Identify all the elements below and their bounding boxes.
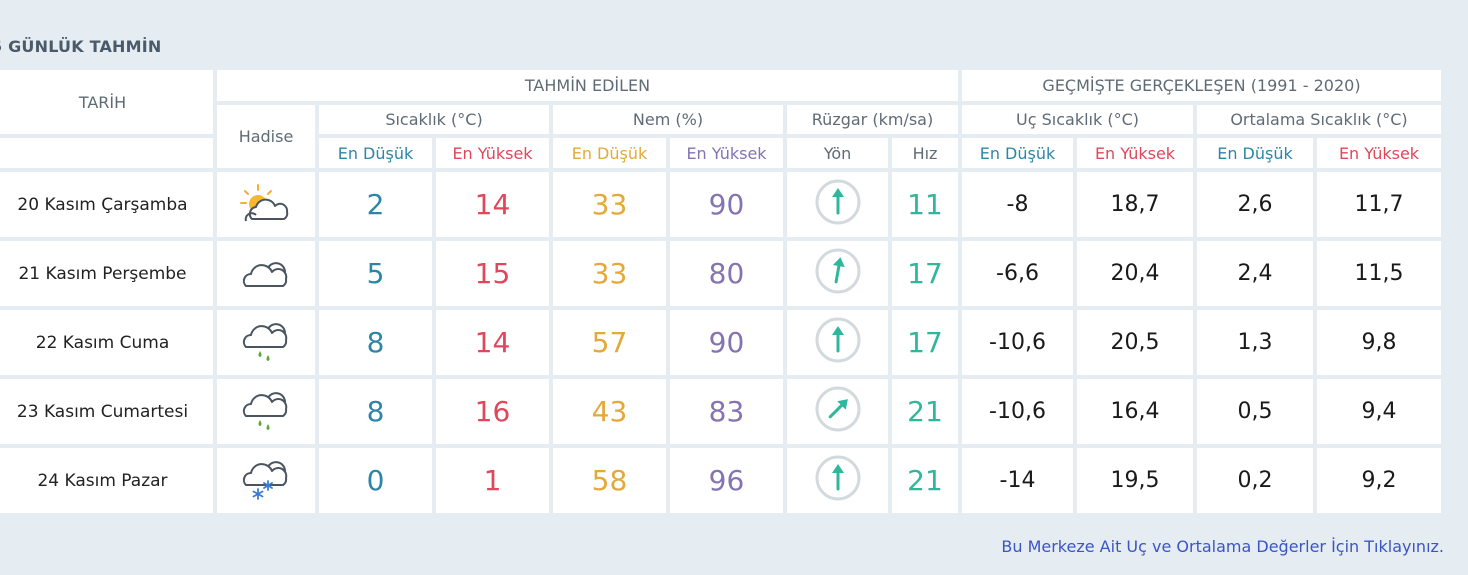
wind-direction-icon bbox=[787, 310, 888, 375]
table-row: 22 Kasım Cuma 8 14 57 90 17 -10,6 20,5 1… bbox=[0, 310, 1441, 375]
table-row: 23 Kasım Cumartesi 8 16 43 83 21 -10,6 1… bbox=[0, 379, 1441, 444]
wind-speed: 17 bbox=[892, 241, 958, 306]
temp-max: 14 bbox=[436, 310, 549, 375]
average-max: 11,5 bbox=[1317, 241, 1441, 306]
subheader-nem-en-yuksek: En Yüksek bbox=[670, 138, 783, 168]
header-hadise: Hadise bbox=[217, 105, 315, 168]
cloudy-icon bbox=[217, 241, 315, 306]
header-nem: Nem (%) bbox=[553, 105, 783, 134]
header-ortalama-sicaklik: Ortalama Sıcaklık (°C) bbox=[1197, 105, 1441, 134]
average-max: 9,8 bbox=[1317, 310, 1441, 375]
header-tarih: TARİH bbox=[0, 70, 213, 134]
temp-min: 2 bbox=[319, 172, 432, 237]
extreme-max: 19,5 bbox=[1077, 448, 1193, 513]
humidity-min: 43 bbox=[553, 379, 666, 444]
row-date: 21 Kasım Perşembe bbox=[0, 241, 213, 306]
row-date: 24 Kasım Pazar bbox=[0, 448, 213, 513]
humidity-max: 90 bbox=[670, 172, 783, 237]
extreme-max: 20,5 bbox=[1077, 310, 1193, 375]
humidity-min: 33 bbox=[553, 241, 666, 306]
average-max: 9,4 bbox=[1317, 379, 1441, 444]
header-tarih-spacer bbox=[0, 138, 213, 168]
wind-direction-icon bbox=[787, 241, 888, 306]
temp-max: 16 bbox=[436, 379, 549, 444]
wind-speed: 21 bbox=[892, 448, 958, 513]
humidity-max: 90 bbox=[670, 310, 783, 375]
humidity-max: 83 bbox=[670, 379, 783, 444]
rain-icon bbox=[217, 379, 315, 444]
subheader-ortalama-en-yuksek: En Yüksek bbox=[1317, 138, 1441, 168]
extreme-min: -14 bbox=[962, 448, 1073, 513]
average-min: 2,6 bbox=[1197, 172, 1313, 237]
table-row: 21 Kasım Perşembe 5 15 33 80 17 -6,6 20,… bbox=[0, 241, 1441, 306]
temp-max: 14 bbox=[436, 172, 549, 237]
extreme-min: -8 bbox=[962, 172, 1073, 237]
table-row: 24 Kasım Pazar 0 1 58 96 21 -14 19,5 0,2 bbox=[0, 448, 1441, 513]
average-max: 11,7 bbox=[1317, 172, 1441, 237]
extreme-min: -10,6 bbox=[962, 379, 1073, 444]
row-date: 22 Kasım Cuma bbox=[0, 310, 213, 375]
wind-speed: 11 bbox=[892, 172, 958, 237]
temp-max: 15 bbox=[436, 241, 549, 306]
humidity-min: 57 bbox=[553, 310, 666, 375]
temp-min: 8 bbox=[319, 310, 432, 375]
average-min: 2,4 bbox=[1197, 241, 1313, 306]
header-sicaklik: Sıcaklık (°C) bbox=[319, 105, 549, 134]
row-date: 23 Kasım Cumartesi bbox=[0, 379, 213, 444]
historical-values-link[interactable]: Bu Merkeze Ait Uç ve Ortalama Değerler İ… bbox=[1001, 537, 1444, 556]
subheader-sicaklik-en-dusuk: En Düşük bbox=[319, 138, 432, 168]
extreme-min: -10,6 bbox=[962, 310, 1073, 375]
subheader-nem-en-dusuk: En Düşük bbox=[553, 138, 666, 168]
rain-icon bbox=[217, 310, 315, 375]
header-tahmin-edilen: TAHMİN EDİLEN bbox=[217, 70, 958, 101]
wind-direction-icon bbox=[787, 172, 888, 237]
temp-max: 1 bbox=[436, 448, 549, 513]
subheader-yon: Yön bbox=[787, 138, 888, 168]
average-min: 1,3 bbox=[1197, 310, 1313, 375]
temp-min: 8 bbox=[319, 379, 432, 444]
average-min: 0,5 bbox=[1197, 379, 1313, 444]
table-row: 20 Kasım Çarşamba 2 14 33 90 11 -8 18,7 … bbox=[0, 172, 1441, 237]
subheader-sicaklik-en-yuksek: En Yüksek bbox=[436, 138, 549, 168]
average-min: 0,2 bbox=[1197, 448, 1313, 513]
humidity-min: 58 bbox=[553, 448, 666, 513]
humidity-max: 96 bbox=[670, 448, 783, 513]
extreme-min: -6,6 bbox=[962, 241, 1073, 306]
forecast-table: TARİH TAHMİN EDİLEN GEÇMİŞTE GERÇEKLEŞEN… bbox=[0, 66, 1445, 517]
subheader-hiz: Hız bbox=[892, 138, 958, 168]
temp-min: 5 bbox=[319, 241, 432, 306]
temp-min: 0 bbox=[319, 448, 432, 513]
partly-sunny-icon bbox=[217, 172, 315, 237]
section-title: 5 GÜNLÜK TAHMİN bbox=[0, 37, 162, 56]
average-max: 9,2 bbox=[1317, 448, 1441, 513]
wind-speed: 17 bbox=[892, 310, 958, 375]
wind-direction-icon bbox=[787, 448, 888, 513]
subheader-ortalama-en-dusuk: En Düşük bbox=[1197, 138, 1313, 168]
wind-direction-icon bbox=[787, 379, 888, 444]
header-uc-sicaklik: Uç Sıcaklık (°C) bbox=[962, 105, 1193, 134]
extreme-max: 18,7 bbox=[1077, 172, 1193, 237]
humidity-min: 33 bbox=[553, 172, 666, 237]
extreme-max: 16,4 bbox=[1077, 379, 1193, 444]
wind-speed: 21 bbox=[892, 379, 958, 444]
extreme-max: 20,4 bbox=[1077, 241, 1193, 306]
subheader-uc-en-dusuk: En Düşük bbox=[962, 138, 1073, 168]
header-gecmiste-gerceklesen: GEÇMİŞTE GERÇEKLEŞEN (1991 - 2020) bbox=[962, 70, 1441, 101]
subheader-uc-en-yuksek: En Yüksek bbox=[1077, 138, 1193, 168]
row-date: 20 Kasım Çarşamba bbox=[0, 172, 213, 237]
humidity-max: 80 bbox=[670, 241, 783, 306]
header-ruzgar: Rüzgar (km/sa) bbox=[787, 105, 958, 134]
snow-icon bbox=[217, 448, 315, 513]
